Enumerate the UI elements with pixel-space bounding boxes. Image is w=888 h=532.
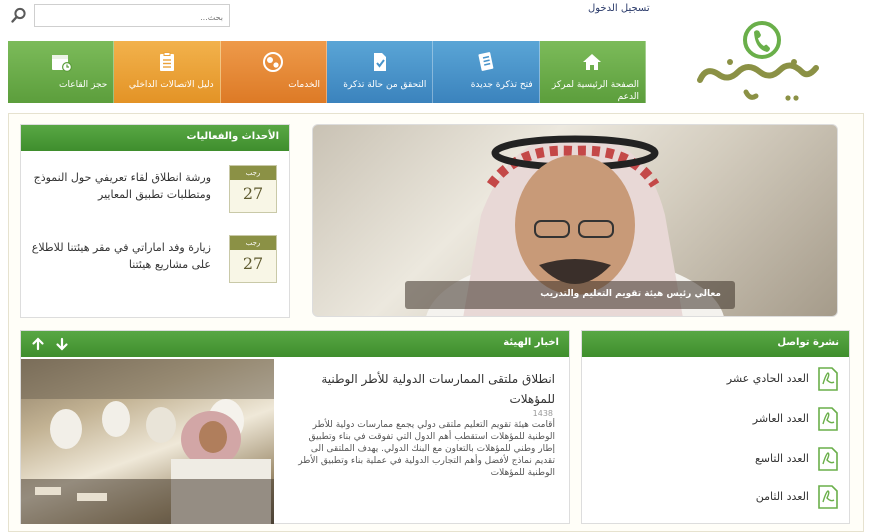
news-header: اخبار الهيئة (21, 331, 569, 357)
issue-label[interactable]: العدد الحادي عشر (727, 372, 809, 385)
newsletter-issue[interactable]: العدد الثامن (719, 485, 839, 509)
calendar-icon (51, 55, 72, 72)
events-title: الأحداث والفعاليات (186, 131, 279, 142)
pdf-icon[interactable] (817, 447, 839, 471)
news-photo[interactable] (21, 359, 274, 524)
nav-tile-home[interactable]: الصفحة الرئيسية لمركز الدعم (539, 41, 646, 103)
news-headline[interactable]: انطلاق ملتقى الممارسات الدولية للأطر الو… (290, 369, 555, 409)
pdf-icon[interactable] (817, 407, 839, 431)
login-link[interactable]: تسجيل الدخول (588, 3, 650, 14)
newsletter-panel: نشرة تواصل العدد الحادي عشر العدد العاشر… (581, 330, 850, 524)
news-date: 1438 (532, 409, 553, 418)
newsletter-header: نشرة تواصل (582, 331, 849, 357)
event-day: 27 (242, 254, 264, 273)
logo[interactable] (696, 18, 826, 108)
issue-label[interactable]: العدد التاسع (755, 452, 809, 465)
pdf-icon[interactable] (817, 367, 839, 391)
nav-tile-services[interactable]: الخدمات (220, 41, 328, 103)
event-day: 27 (242, 184, 264, 203)
nav-tile-label: التحقق من حالة تذكرة (343, 80, 427, 90)
nav-tile-label: دليل الاتصالات الداخلي (128, 80, 214, 90)
arrow-up-icon[interactable] (31, 337, 45, 351)
issue-label[interactable]: العدد العاشر (753, 412, 809, 425)
nav-tile-label: الخدمات (288, 80, 321, 90)
event-month: رجب (230, 166, 276, 180)
event-month: رجب (230, 236, 276, 250)
events-panel: الأحداث والفعاليات رجب 27 ورشة انطلاق لق… (20, 124, 290, 318)
nav-tile-directory[interactable]: دليل الاتصالات الداخلي (114, 41, 221, 103)
event-text[interactable]: ورشة انطلاق لقاء تعريفي حول النموذج ومتط… (21, 169, 211, 203)
services-icon (263, 52, 284, 72)
event-date: رجب 27 (229, 235, 277, 283)
nav-tile-room-booking[interactable]: حجز القاعات (8, 41, 115, 103)
slider-caption: معالي رئيس هيئة تقويم التعليم والتدريب (405, 281, 735, 309)
arrow-down-icon[interactable] (55, 337, 69, 351)
directory-icon (160, 52, 175, 71)
news-panel: اخبار الهيئة انطلاق ملتقى الممارسات الدو… (20, 330, 570, 524)
newsletter-issue[interactable]: العدد التاسع (719, 447, 839, 471)
nav-tile-label: فتح تذكرة جديدة (470, 80, 533, 90)
news-photo-art (21, 359, 274, 524)
event-text[interactable]: زيارة وفد اماراتي في مقر هيئتنا للاطلاع … (21, 239, 211, 273)
nav-tile-new-ticket[interactable]: فتح تذكرة جديدة (433, 41, 540, 103)
newsletter-title: نشرة تواصل (777, 337, 839, 348)
search-input[interactable] (35, 7, 229, 28)
search-icon[interactable] (10, 6, 28, 24)
newsletter-issue[interactable]: العدد الحادي عشر (719, 367, 839, 391)
news-title: اخبار الهيئة (503, 337, 559, 348)
news-body: أقامت هيئة تقويم التعليم ملتقى دولي يجمع… (298, 420, 555, 478)
featured-slider[interactable]: معالي رئيس هيئة تقويم التعليم والتدريب (312, 124, 838, 317)
nav-tile-check-ticket[interactable]: التحقق من حالة تذكرة (327, 41, 434, 103)
issue-label[interactable]: العدد الثامن (756, 490, 809, 503)
newsletter-issue[interactable]: العدد العاشر (719, 407, 839, 431)
event-item[interactable]: رجب 27 ورشة انطلاق لقاء تعريفي حول النمو… (21, 165, 289, 221)
event-item[interactable]: رجب 27 زيارة وفد اماراتي في مقر هيئتنا ل… (21, 235, 289, 291)
events-header: الأحداث والفعاليات (21, 125, 289, 151)
nav-tile-label: الصفحة الرئيسية لمركز الدعم (551, 80, 639, 102)
document-check-icon (373, 53, 386, 71)
ticket-icon (478, 52, 494, 71)
main-nav: الصفحة الرئيسية لمركز الدعم فتح تذكرة جد… (8, 41, 646, 103)
search-box[interactable] (34, 4, 230, 28)
pdf-icon[interactable] (817, 485, 839, 509)
nav-tile-label: حجز القاعات (59, 80, 108, 90)
event-date: رجب 27 (229, 165, 277, 213)
home-icon (583, 54, 602, 70)
